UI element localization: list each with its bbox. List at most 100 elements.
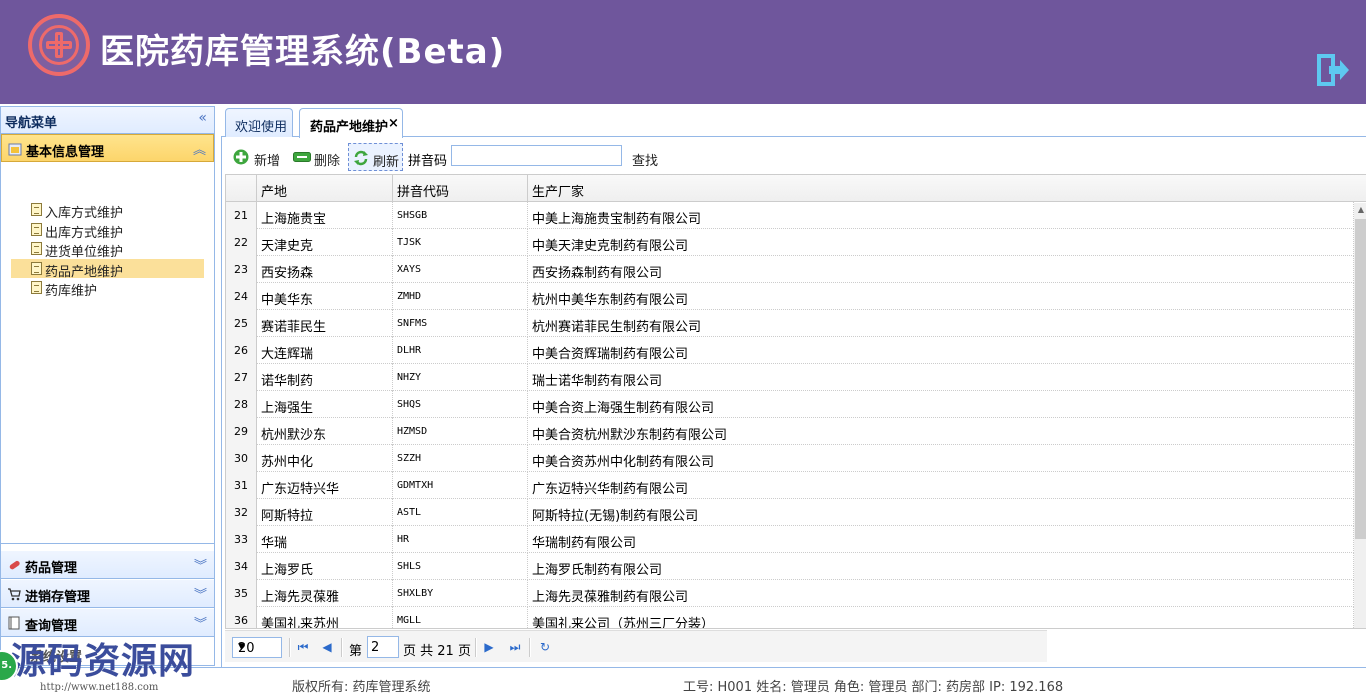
pinyin-code-cell-text: SHXLBY	[397, 588, 434, 599]
origin-cell-text: 上海强生	[261, 401, 314, 416]
manufacturer-cell-text: 华瑞制药有限公司	[532, 536, 637, 551]
pinyin-code-cell: SHSGB	[393, 202, 528, 229]
delete-button[interactable]: 删除	[290, 143, 348, 171]
row-number: 27	[226, 364, 257, 391]
scroll-up-icon[interactable]: ▲	[1354, 203, 1366, 217]
table-row[interactable]: 31 广东迈特兴华 GDMTXH 广东迈特兴华制药有限公司	[226, 472, 1366, 499]
refresh-button[interactable]: 刷新	[348, 143, 403, 171]
menu-item-outbound-method[interactable]: 出库方式维护	[11, 220, 204, 241]
origin-cell: 赛诺菲民生	[257, 310, 393, 337]
pinyin-code-cell-text: HR	[397, 534, 410, 545]
chevron-down-icon[interactable]: ︾	[194, 555, 207, 574]
separator	[341, 638, 343, 657]
manufacturer-cell-text: 杭州中美华东制药有限公司	[532, 293, 689, 308]
hospital-logo-icon	[28, 14, 90, 76]
tab-welcome[interactable]: 欢迎使用	[225, 108, 293, 137]
menu-item-drug-origin[interactable]: 药品产地维护	[11, 258, 204, 280]
menu-item-supplier[interactable]: 进货单位维护	[11, 239, 204, 260]
next-page-icon[interactable]: ▶	[481, 640, 497, 654]
manufacturer-cell-text: 西安扬森制药有限公司	[532, 266, 663, 281]
search-button[interactable]: 查找	[632, 150, 658, 169]
table-row[interactable]: 34 上海罗氏 SHLS 上海罗氏制药有限公司	[226, 553, 1366, 580]
vertical-scrollbar[interactable]: ▲	[1354, 203, 1366, 628]
manufacturer-cell-text: 阿斯特拉(无锡)制药有限公司	[532, 509, 699, 524]
column-header-origin[interactable]: 产地	[257, 175, 393, 202]
origin-cell-text: 赛诺菲民生	[261, 320, 327, 335]
column-header-manufacturer[interactable]: 生产厂家	[528, 175, 1354, 202]
chevron-down-icon[interactable]: ︾	[194, 613, 207, 632]
row-number: 21	[226, 202, 257, 229]
accordion-label: 药品管理	[25, 561, 78, 576]
app-header: 医院药库管理系统(Beta)	[0, 0, 1366, 104]
origin-cell: 美国礼来苏州	[257, 607, 393, 629]
document-icon	[31, 281, 42, 294]
pinyin-code-cell: SZZH	[393, 445, 528, 472]
prev-page-icon[interactable]: ◀	[319, 640, 335, 654]
origin-cell: 天津史克	[257, 229, 393, 256]
table-row[interactable]: 32 阿斯特拉 ASTL 阿斯特拉(无锡)制药有限公司	[226, 499, 1366, 526]
origin-cell-text: 杭州默沙东	[261, 428, 327, 443]
table-row[interactable]: 27 诺华制药 NHZY 瑞士诺华制药有限公司	[226, 364, 1366, 391]
first-page-icon[interactable]: ⏮	[295, 640, 311, 654]
close-icon[interactable]: ×	[388, 116, 399, 131]
document-icon	[31, 242, 42, 255]
pinyin-code-cell: HZMSD	[393, 418, 528, 445]
accordion-basic-info-label: 基本信息管理	[26, 145, 105, 160]
pinyin-code-cell-text: TJSK	[397, 237, 422, 248]
table-row[interactable]: 21 上海施贵宝 SHSGB 中美上海施贵宝制药有限公司	[226, 202, 1366, 229]
origin-cell-text: 西安扬森	[261, 266, 314, 281]
document-icon	[31, 203, 42, 216]
menu-item-inbound-method[interactable]: 入库方式维护	[11, 200, 204, 221]
table-row[interactable]: 25 赛诺菲民生 SNFMS 杭州赛诺菲民生制药有限公司	[226, 310, 1366, 337]
pinyin-code-cell: XAYS	[393, 256, 528, 283]
accordion-basic-info[interactable]: 基本信息管理 ︽	[1, 134, 214, 162]
table-row[interactable]: 30 苏州中化 SZZH 中美合资苏州中化制药有限公司	[226, 445, 1366, 472]
row-number: 22	[226, 229, 257, 256]
manufacturer-cell-text: 美国礼来公司（苏州三厂分装）	[532, 617, 715, 629]
delete-label: 删除	[314, 154, 341, 169]
manufacturer-cell-text: 瑞士诺华制药有限公司	[532, 374, 663, 389]
manufacturer-cell-text: 中美合资杭州默沙东制药有限公司	[532, 428, 728, 443]
add-button[interactable]: 新增	[230, 143, 290, 171]
row-number: 24	[226, 283, 257, 310]
last-page-icon[interactable]: ⏭	[507, 640, 523, 654]
table-row[interactable]: 22 天津史克 TJSK 中美天津史克制药有限公司	[226, 229, 1366, 256]
table-row[interactable]: 23 西安扬森 XAYS 西安扬森制药有限公司	[226, 256, 1366, 283]
table-row[interactable]: 36 美国礼来苏州 MGLL 美国礼来公司（苏州三厂分装）	[226, 607, 1366, 629]
table-row[interactable]: 35 上海先灵葆雅 SHXLBY 上海先灵葆雅制药有限公司	[226, 580, 1366, 607]
page-number-input[interactable]: 2	[367, 636, 399, 658]
row-number-text: 32	[234, 506, 248, 519]
chevron-down-icon[interactable]: ︾	[194, 584, 207, 603]
table-row[interactable]: 24 中美华东 ZMHD 杭州中美华东制药有限公司	[226, 283, 1366, 310]
accordion-inventory-management[interactable]: 进销存管理 ︾	[1, 580, 214, 608]
sidebar-header: 导航菜单 «	[1, 107, 214, 134]
collapse-sidebar-icon[interactable]: «	[198, 110, 207, 126]
origin-cell-text: 美国礼来苏州	[261, 617, 340, 629]
scroll-thumb[interactable]	[1355, 219, 1366, 539]
table-row[interactable]: 26 大连辉瑞 DLHR 中美合资辉瑞制药有限公司	[226, 337, 1366, 364]
row-number-text: 33	[234, 533, 248, 546]
manufacturer-cell: 上海先灵葆雅制药有限公司	[528, 580, 1354, 607]
page-size-select[interactable]: 20 ▼	[232, 637, 282, 658]
pagination-bar: 20 ▼ ⏮ ◀ 第 2 页 共 21 页 ▶ ⏭ ↻	[225, 630, 1047, 662]
pinyin-search-input[interactable]	[451, 145, 622, 166]
manufacturer-cell: 广东迈特兴华制药有限公司	[528, 472, 1354, 499]
row-number-text: 23	[234, 263, 248, 276]
logout-icon[interactable]	[1316, 54, 1350, 86]
watermark-text: 源码资源网	[10, 640, 196, 682]
tab-drug-origin[interactable]: 药品产地维护 ×	[299, 108, 403, 138]
menu-item-warehouse[interactable]: 药库维护	[11, 278, 204, 299]
manufacturer-cell: 杭州中美华东制药有限公司	[528, 283, 1354, 310]
chevron-up-icon[interactable]: ︽	[193, 139, 206, 158]
table-row[interactable]: 33 华瑞 HR 华瑞制药有限公司	[226, 526, 1366, 553]
table-row[interactable]: 29 杭州默沙东 HZMSD 中美合资杭州默沙东制药有限公司	[226, 418, 1366, 445]
page-total: 页 共 21 页	[403, 644, 471, 659]
table-row[interactable]: 28 上海强生 SHQS 中美合资上海强生制药有限公司	[226, 391, 1366, 418]
pinyin-code-cell-text: SHSGB	[397, 210, 428, 221]
pinyin-code-cell: TJSK	[393, 229, 528, 256]
row-number-text: 21	[234, 209, 248, 222]
grid-header: 产地 拼音代码 生产厂家	[226, 175, 1366, 202]
reload-icon[interactable]: ↻	[537, 640, 553, 654]
column-header-pinyin[interactable]: 拼音代码	[393, 175, 528, 202]
accordion-drug-management[interactable]: 药品管理 ︾	[1, 551, 214, 579]
